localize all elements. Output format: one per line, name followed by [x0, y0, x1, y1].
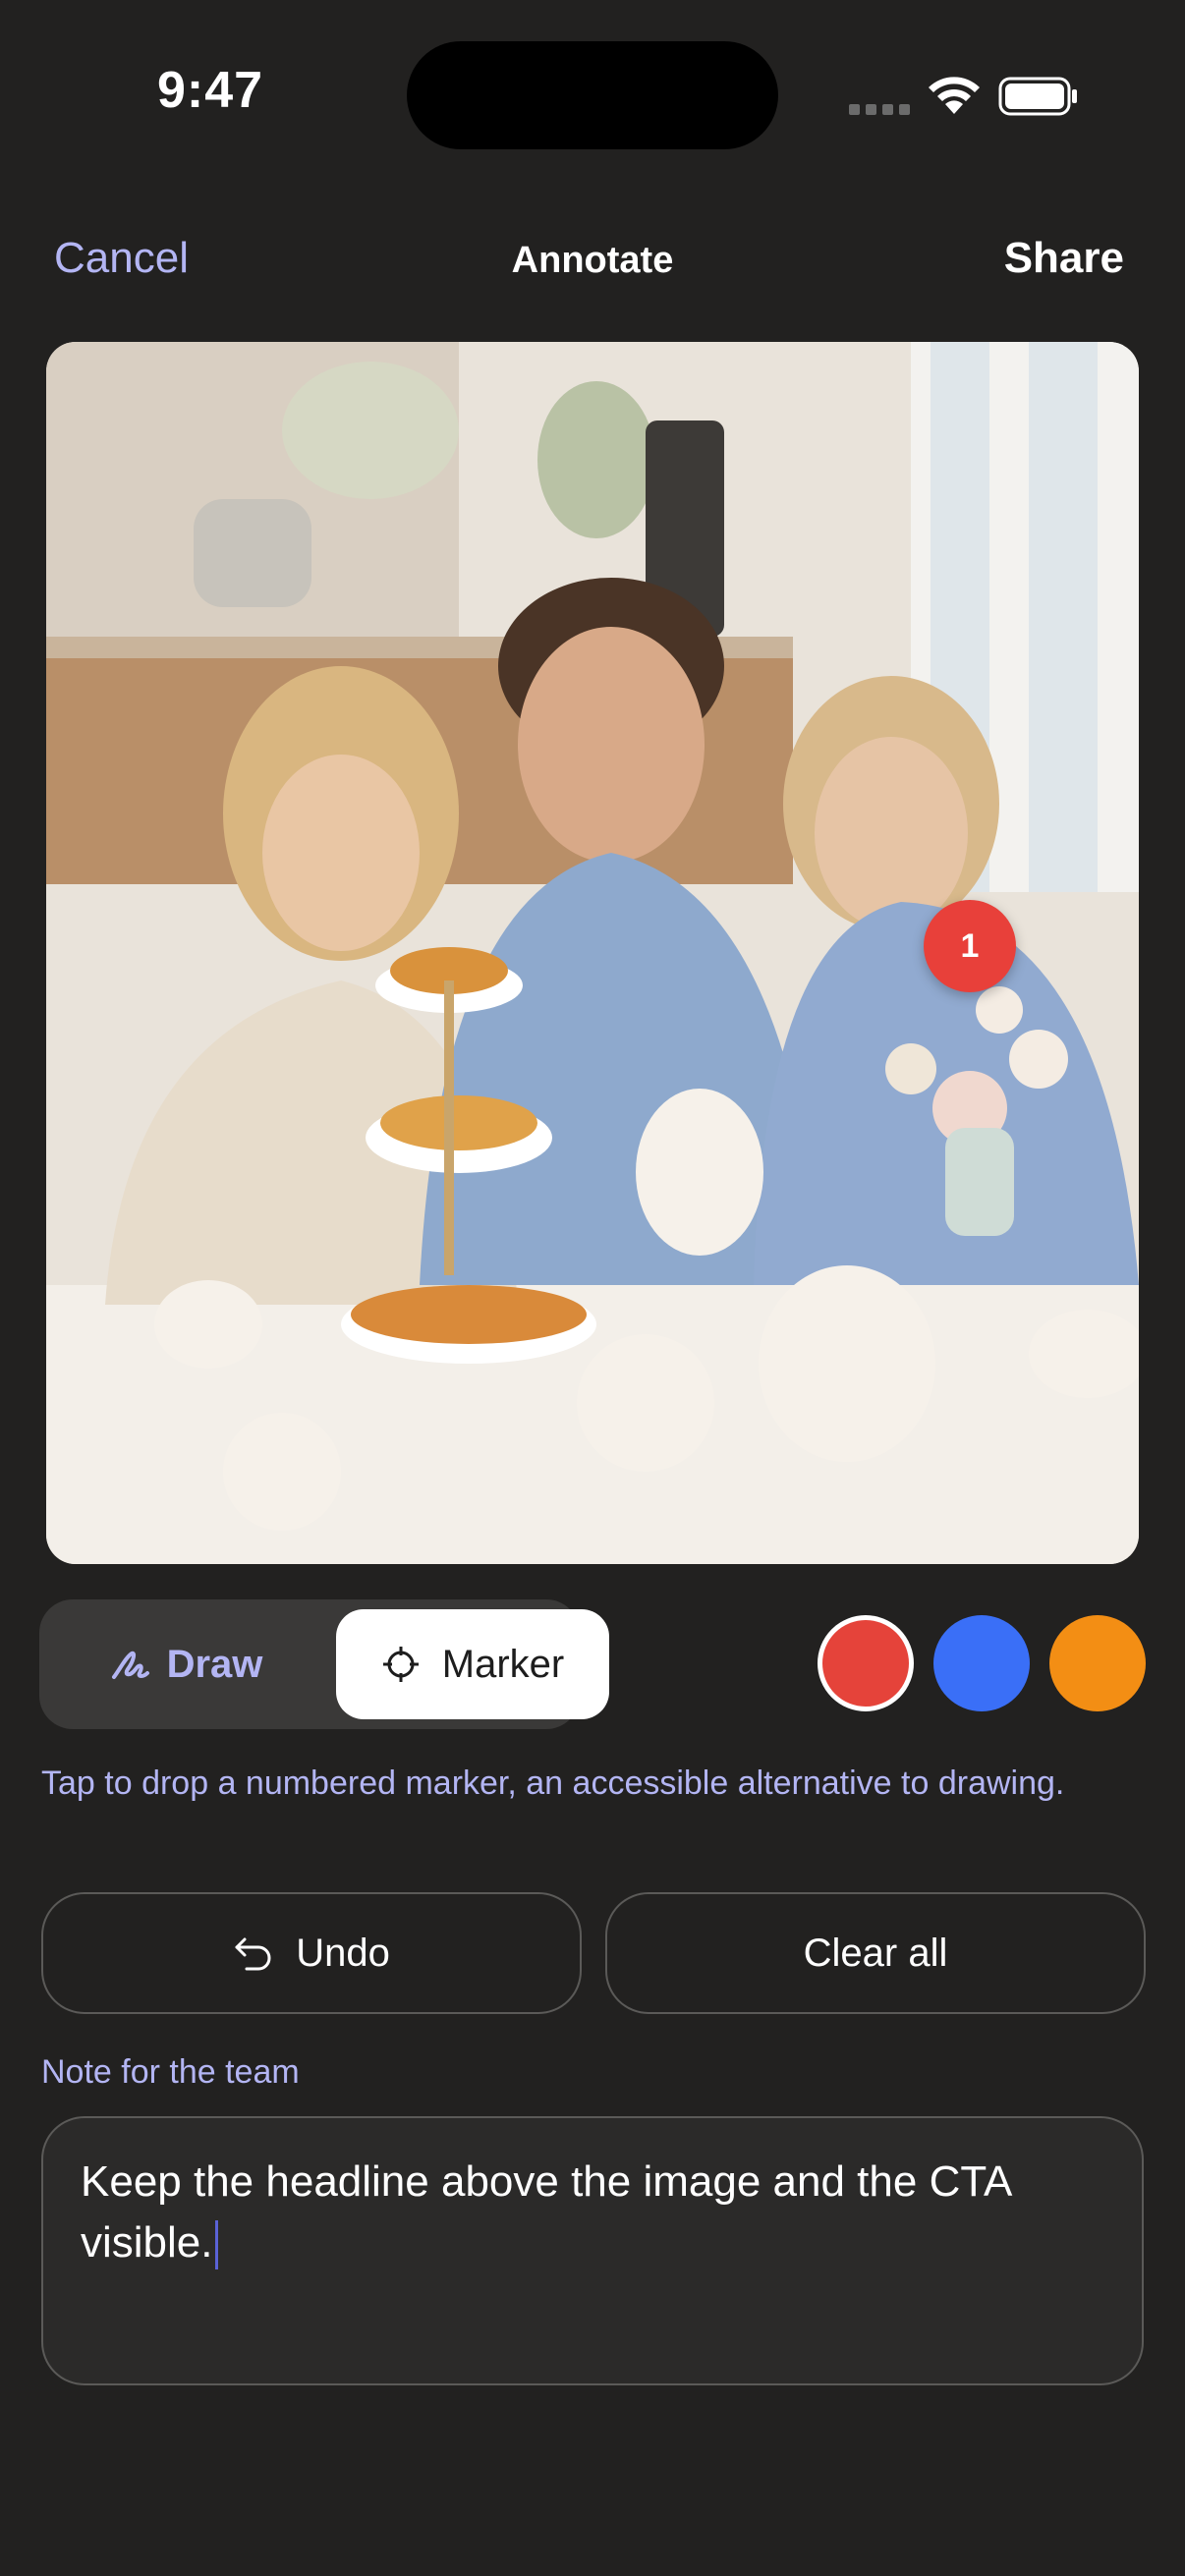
dynamic-island	[407, 41, 778, 149]
marker-hint-text: Tap to drop a numbered marker, an access…	[41, 1764, 1065, 1802]
share-button[interactable]: Share	[1004, 234, 1124, 283]
color-swatch-orange[interactable]	[1049, 1615, 1146, 1711]
undo-button[interactable]: Undo	[41, 1892, 582, 2014]
status-time: 9:47	[157, 62, 264, 119]
text-caret	[214, 2220, 218, 2270]
color-swatch-blue[interactable]	[933, 1615, 1030, 1711]
clear-all-label: Clear all	[803, 1931, 948, 1975]
note-label: Note for the team	[41, 2053, 300, 2091]
mode-toggle: Draw Marker	[39, 1599, 609, 1729]
draw-mode-label: Draw	[166, 1642, 263, 1686]
color-swatch-red[interactable]	[818, 1615, 914, 1711]
undo-label: Undo	[296, 1931, 390, 1975]
note-value: Keep the headline above the image and th…	[81, 2157, 1010, 2267]
crosshair-icon	[382, 1647, 419, 1682]
annotate-screen: 9:47 Cancel Annotate Share 1 Draw Marker…	[0, 0, 1185, 2576]
marker-mode-button[interactable]: Marker	[336, 1609, 609, 1719]
scribble-icon	[111, 1651, 149, 1679]
wifi-icon	[929, 77, 980, 114]
clear-all-button[interactable]: Clear all	[605, 1892, 1146, 2014]
numbered-marker[interactable]: 1	[924, 900, 1016, 992]
cellular-signal-icon	[849, 104, 910, 115]
marker-mode-label: Marker	[441, 1642, 565, 1686]
note-textarea[interactable]: Keep the headline above the image and th…	[41, 2116, 1144, 2385]
undo-icon	[235, 1937, 271, 1971]
draw-mode-button[interactable]: Draw	[51, 1609, 321, 1719]
battery-icon	[998, 77, 1077, 116]
